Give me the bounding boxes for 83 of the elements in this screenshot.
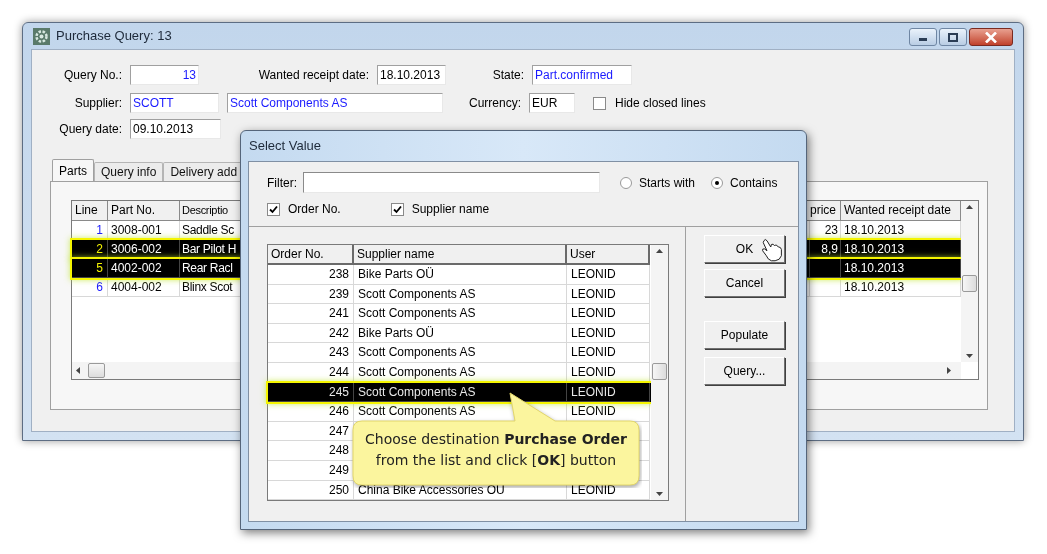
field-label: Query No.: bbox=[62, 67, 123, 84]
field-label: State: bbox=[491, 67, 525, 84]
table-cell: Scott Components AS bbox=[354, 304, 567, 324]
column-header[interactable]: Order No. bbox=[268, 245, 354, 265]
tab[interactable]: Parts bbox=[52, 159, 94, 181]
table-row[interactable]: 239 Scott Components AS LEONID bbox=[268, 284, 651, 305]
table-cell: 241 bbox=[268, 304, 354, 324]
query-date-field[interactable]: 09.10.2013 bbox=[130, 119, 221, 139]
table-row[interactable]: 242 Bike Parts OÜ LEONID bbox=[268, 323, 651, 344]
column-header[interactable]: Descriptio bbox=[180, 201, 242, 221]
table-cell: LEONID bbox=[567, 343, 650, 363]
radio-label: Starts with bbox=[639, 174, 695, 192]
field-label: Wanted receipt date: bbox=[257, 67, 370, 84]
checkbox[interactable] bbox=[267, 202, 280, 216]
close-button[interactable] bbox=[969, 28, 1013, 46]
pointing-hand-icon bbox=[761, 237, 783, 262]
dialog-button[interactable]: OK bbox=[704, 235, 785, 263]
dialog-title: Select Value bbox=[249, 137, 322, 156]
table-cell: Scott Components AS bbox=[354, 343, 567, 363]
checkbox[interactable] bbox=[593, 96, 606, 110]
field-label: Query date: bbox=[58, 121, 123, 138]
checkbox[interactable] bbox=[390, 202, 404, 216]
supplier-code-field[interactable]: SCOTT bbox=[130, 93, 219, 113]
table-cell: LEONID bbox=[567, 265, 650, 285]
supplier-name-field[interactable]: Scott Components AS bbox=[227, 93, 443, 113]
dialog-button[interactable]: Populate bbox=[704, 321, 785, 349]
column-header[interactable]: price bbox=[810, 201, 841, 221]
table-row[interactable]: 241 Scott Components AS LEONID bbox=[268, 304, 651, 324]
scroll-down-icon[interactable] bbox=[966, 354, 973, 358]
close-icon bbox=[985, 31, 997, 43]
vertical-scrollbar[interactable] bbox=[651, 245, 668, 500]
radio-button[interactable] bbox=[711, 176, 723, 189]
table-cell: 245 bbox=[268, 382, 354, 403]
column-header[interactable]: Part No. bbox=[108, 201, 180, 221]
scroll-left-icon[interactable] bbox=[76, 367, 80, 374]
column-header[interactable]: User bbox=[567, 245, 650, 265]
table-cell: 5 bbox=[72, 259, 108, 278]
filter-field[interactable] bbox=[303, 172, 600, 193]
maximize-button[interactable] bbox=[939, 28, 967, 46]
gear-icon bbox=[33, 27, 50, 45]
table-cell: 246 bbox=[268, 402, 354, 422]
filter-label: Filter: bbox=[267, 174, 297, 192]
field-label: Supplier: bbox=[73, 95, 123, 112]
checkbox-label: Hide closed lines bbox=[615, 95, 706, 112]
state-field[interactable]: Part.confirmed bbox=[532, 65, 632, 85]
table-cell: 4002-002 bbox=[108, 259, 180, 278]
column-header[interactable]: Supplier name bbox=[354, 245, 567, 265]
dialog-button[interactable]: Query... bbox=[704, 357, 785, 385]
column-header[interactable]: Wanted receipt date bbox=[841, 201, 961, 221]
date-field[interactable]: 18.10.2013 bbox=[377, 65, 446, 85]
vertical-scrollbar[interactable] bbox=[961, 201, 978, 362]
radio-button[interactable] bbox=[620, 176, 632, 189]
table-cell: Bike Parts OÜ bbox=[354, 265, 567, 285]
field-label: Currency: bbox=[468, 95, 522, 112]
table-cell: 4004-002 bbox=[108, 278, 180, 297]
query-number-field[interactable]: 13 bbox=[130, 65, 199, 85]
scroll-up-icon[interactable] bbox=[966, 205, 973, 209]
window-title: Purchase Query: 13 bbox=[56, 27, 172, 46]
minimize-icon bbox=[919, 38, 927, 41]
table-cell: LEONID bbox=[567, 382, 650, 403]
minimize-button[interactable] bbox=[909, 28, 937, 46]
scroll-right-icon[interactable] bbox=[947, 367, 951, 374]
column-header[interactable]: Line bbox=[72, 201, 108, 221]
scroll-up-icon[interactable] bbox=[656, 249, 663, 253]
scrollbar-thumb[interactable] bbox=[962, 275, 977, 292]
table-cell: LEONID bbox=[567, 304, 650, 324]
table-row[interactable]: 243 Scott Components AS LEONID bbox=[268, 343, 651, 363]
table-row[interactable]: 245 Scott Components AS LEONID bbox=[268, 382, 651, 403]
table-cell: 250 bbox=[268, 480, 354, 501]
dialog-button[interactable]: Cancel bbox=[704, 269, 785, 297]
maximize-icon bbox=[948, 32, 958, 42]
table-row[interactable]: 238 Bike Parts OÜ LEONID bbox=[268, 265, 651, 285]
radio-label: Contains bbox=[730, 174, 778, 192]
checkbox-label: Order No. bbox=[288, 201, 341, 218]
scrollbar-thumb[interactable] bbox=[652, 363, 667, 380]
table-cell: 6 bbox=[72, 278, 108, 297]
tab[interactable]: Query info bbox=[94, 162, 164, 181]
checkbox-label: Supplier name bbox=[411, 201, 490, 218]
table-cell: 243 bbox=[268, 343, 354, 363]
table-cell: 238 bbox=[268, 265, 354, 285]
scrollbar-thumb[interactable] bbox=[88, 363, 105, 378]
currency-field[interactable]: EUR bbox=[529, 93, 575, 113]
scroll-down-icon[interactable] bbox=[656, 492, 663, 496]
